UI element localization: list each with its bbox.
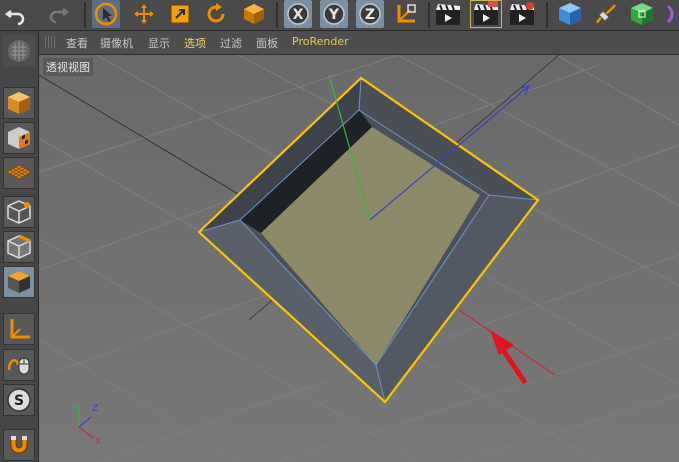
z-axis-lock-icon: Z <box>359 3 381 25</box>
model-mode-icon <box>8 92 30 114</box>
gizmo-y-label: Y <box>72 404 79 414</box>
viewport-title: 透视视图 <box>43 58 93 76</box>
menu-cameras[interactable]: 摄像机 <box>100 35 133 51</box>
z-axis-lock-button[interactable]: Z <box>356 0 384 28</box>
scale-icon <box>170 4 190 24</box>
edit-render-settings-icon <box>510 2 534 25</box>
redo-icon <box>49 8 69 24</box>
menu-options[interactable]: 选项 <box>184 35 206 51</box>
render-picture-viewer-icon <box>474 1 498 25</box>
menu-filter[interactable]: 过滤 <box>220 35 242 51</box>
render-picture-viewer-button[interactable] <box>470 0 502 28</box>
viewport-menubar: 查看 摄像机 显示 选项 过滤 面板 ProRender <box>39 31 679 55</box>
model-mode-button[interactable] <box>3 87 35 119</box>
cube-icon <box>559 3 581 25</box>
workplane-icon <box>6 164 32 180</box>
subdivision-surface-button[interactable] <box>628 0 656 28</box>
points-mode-button[interactable] <box>3 196 35 228</box>
move-button[interactable] <box>130 0 158 28</box>
x-axis-label: X <box>293 7 304 23</box>
toolbar-separator <box>84 2 86 28</box>
viewport-canvas[interactable]: Y Z X <box>39 55 679 462</box>
edit-render-settings-button[interactable] <box>508 0 536 28</box>
points-mode-icon <box>7 200 31 224</box>
cube-button[interactable] <box>556 0 584 28</box>
main-toolbar: X Y Z <box>0 0 679 31</box>
last-tool-button[interactable] <box>240 0 268 28</box>
render-view-button[interactable] <box>434 0 462 28</box>
x-axis-lock-button[interactable]: X <box>284 0 312 28</box>
rotate-icon <box>207 3 225 23</box>
rotate-button[interactable] <box>202 0 230 28</box>
polygons-mode-button[interactable] <box>3 266 35 298</box>
menu-view[interactable]: 查看 <box>66 35 88 51</box>
make-editable-button[interactable] <box>3 35 35 67</box>
menu-panel[interactable]: 面板 <box>256 35 278 51</box>
axis-mode-button[interactable] <box>3 313 35 345</box>
toolbar-separator <box>546 2 548 28</box>
redo-button[interactable] <box>44 0 72 28</box>
tweak-mode-icon <box>7 357 30 375</box>
undo-button[interactable] <box>2 0 30 28</box>
live-select-button[interactable] <box>92 0 120 28</box>
live-select-icon <box>94 2 118 26</box>
coordinate-system-button[interactable] <box>392 0 420 28</box>
x-axis-lock-icon: X <box>287 3 309 25</box>
pen-button[interactable] <box>592 0 620 28</box>
texture-mode-icon <box>8 127 30 149</box>
workplane-button[interactable] <box>3 157 35 189</box>
render-view-icon <box>436 4 460 25</box>
toolbar-separator <box>276 2 278 28</box>
y-axis-lock-button[interactable]: Y <box>320 0 348 28</box>
scale-button[interactable] <box>166 0 194 28</box>
make-editable-icon <box>8 40 30 62</box>
texture-mode-button[interactable] <box>3 122 35 154</box>
toolbar-separator <box>428 2 430 28</box>
magnet-icon <box>10 436 28 454</box>
last-tool-icon <box>244 4 264 24</box>
perspective-viewport[interactable]: Y Z X 透视视图 <box>39 55 679 462</box>
y-axis-lock-icon: Y <box>323 3 345 25</box>
pen-icon <box>595 4 616 24</box>
snap-button[interactable]: S <box>3 384 35 416</box>
y-axis-label: Y <box>328 7 340 23</box>
menu-display[interactable]: 显示 <box>148 35 170 51</box>
gizmo-z-label: Z <box>92 404 98 414</box>
deformer-icon <box>666 4 673 24</box>
z-axis-label: Z <box>365 7 375 23</box>
axis-mode-icon <box>10 319 30 339</box>
snap-icon: S <box>7 388 31 412</box>
panel-grip-icon[interactable] <box>45 36 57 48</box>
subdivision-icon <box>631 3 653 25</box>
polygons-mode-icon <box>8 271 30 293</box>
edges-mode-icon <box>7 234 31 259</box>
mode-palette: S <box>0 31 39 462</box>
toolbar-overflow[interactable] <box>664 0 679 28</box>
undo-icon <box>5 10 25 25</box>
edges-mode-button[interactable] <box>3 231 35 263</box>
move-icon <box>134 4 154 24</box>
menu-prorender[interactable]: ProRender <box>292 35 349 48</box>
coordinate-system-icon <box>397 4 416 23</box>
magnet-button[interactable] <box>3 429 35 461</box>
snap-label: S <box>14 393 24 409</box>
tweak-mode-button[interactable] <box>3 349 35 381</box>
gizmo-x-label: X <box>95 437 101 447</box>
